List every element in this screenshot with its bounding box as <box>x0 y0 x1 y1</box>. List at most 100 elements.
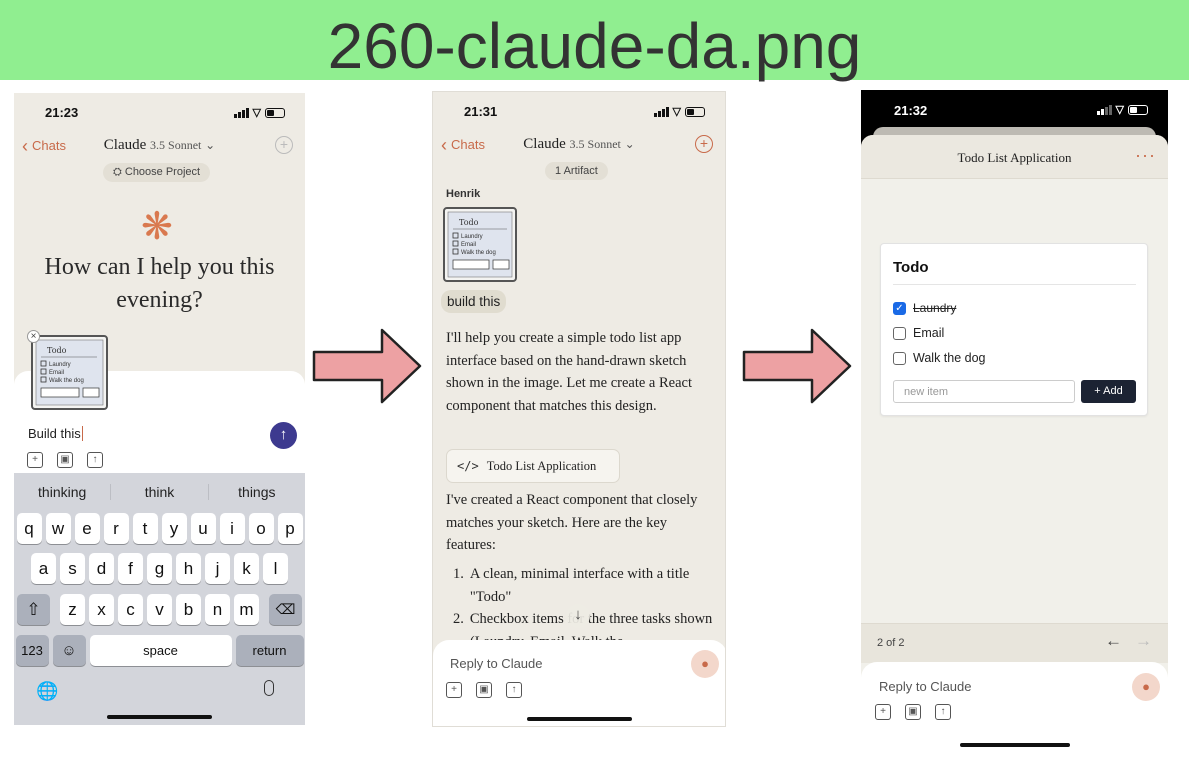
numbers-key[interactable]: 123 <box>15 635 49 666</box>
upload-icon[interactable]: ↑ <box>935 704 951 720</box>
key[interactable]: b <box>176 594 201 625</box>
emoji-icon[interactable]: ☺ <box>52 635 86 666</box>
project-icon: ⛭ <box>113 166 122 178</box>
chevron-down-icon: ⌄ <box>624 137 635 151</box>
key[interactable]: x <box>89 594 114 625</box>
plus-circle-icon[interactable]: + <box>695 135 713 153</box>
message-input[interactable]: Build this <box>28 426 83 441</box>
key[interactable]: z <box>60 594 85 625</box>
user-message-bubble: build this <box>441 290 507 313</box>
assistant-followup: I've created a React component that clos… <box>446 492 698 554</box>
key[interactable]: n <box>205 594 230 625</box>
key[interactable]: e <box>74 513 100 544</box>
shift-icon[interactable]: ⇧ <box>17 594 50 625</box>
key[interactable]: v <box>147 594 172 625</box>
key[interactable]: q <box>16 513 42 544</box>
upload-icon[interactable]: ↑ <box>87 452 103 468</box>
mic-icon[interactable] <box>264 680 274 696</box>
delete-icon[interactable]: ⌫ <box>269 594 302 625</box>
key[interactable]: f <box>118 553 143 584</box>
globe-icon[interactable]: 🌐 <box>36 681 58 702</box>
todo-item[interactable]: Walk the dog <box>893 351 986 365</box>
image-icon[interactable]: ▣ <box>476 682 492 698</box>
key[interactable]: k <box>234 553 259 584</box>
pager-bar: 2 of 2 ← → <box>861 623 1168 663</box>
reply-input[interactable]: Reply to Claude <box>450 656 543 671</box>
add-button[interactable]: + Add <box>1081 380 1136 403</box>
user-sketch-image[interactable]: Todo Laundry Email Walk the dog <box>443 207 517 282</box>
wifi-icon: ▽ <box>1115 104 1124 116</box>
key[interactable]: s <box>60 553 85 584</box>
status-icons: ▽ <box>233 106 285 119</box>
home-indicator <box>960 743 1070 747</box>
model-selector[interactable]: Claude 3.5 Sonnet ⌄ <box>433 136 725 153</box>
home-indicator <box>527 717 632 721</box>
todo-label: Walk the dog <box>913 351 986 365</box>
key[interactable]: i <box>219 513 245 544</box>
status-icons: ▽ <box>1096 103 1148 116</box>
key[interactable]: t <box>132 513 158 544</box>
key[interactable]: j <box>205 553 230 584</box>
attached-sketch-image[interactable]: Todo Laundry Email Walk the dog <box>31 335 108 410</box>
key[interactable]: d <box>89 553 114 584</box>
todo-item[interactable]: Email <box>893 326 944 340</box>
checkbox[interactable] <box>893 351 906 365</box>
svg-text:Walk the dog: Walk the dog <box>49 378 84 384</box>
screen-new-chat: 21:23 ▽ ‹ Chats Claude 3.5 Sonnet ⌄ + ⛭ … <box>14 93 305 725</box>
upload-icon[interactable]: ↑ <box>506 682 522 698</box>
todo-divider <box>893 284 1136 285</box>
battery-icon <box>685 106 705 117</box>
sketch-drawing: Todo Laundry Email Walk the dog <box>447 211 513 278</box>
mic-icon[interactable]: ● <box>691 650 719 678</box>
key[interactable]: p <box>277 513 303 544</box>
choose-project-button[interactable]: ⛭ Choose Project <box>103 163 211 182</box>
new-item-input[interactable]: new item <box>893 380 1075 403</box>
todo-item[interactable]: ✓ Laundry <box>893 301 956 315</box>
image-icon[interactable]: ▣ <box>57 452 73 468</box>
checkbox-checked[interactable]: ✓ <box>893 301 906 315</box>
image-icon[interactable]: ▣ <box>905 704 921 720</box>
send-button[interactable]: ↑ <box>270 422 297 449</box>
artifact-count-badge[interactable]: 1 Artifact <box>545 162 608 180</box>
space-key[interactable]: space <box>89 635 232 666</box>
nav-bar: ‹ Chats Claude 3.5 Sonnet ⌄ + <box>433 134 725 160</box>
key[interactable]: h <box>176 553 201 584</box>
key[interactable]: m <box>234 594 259 625</box>
arrow-left-icon[interactable]: ← <box>1105 631 1122 651</box>
key[interactable]: u <box>190 513 216 544</box>
mic-icon[interactable]: ● <box>1132 673 1160 701</box>
app-name: Claude <box>523 136 566 152</box>
pager-text: 2 of 2 <box>877 637 905 649</box>
key[interactable]: a <box>31 553 56 584</box>
suggestion[interactable]: think <box>111 484 209 500</box>
wifi-icon: ▽ <box>252 107 261 119</box>
checkbox[interactable] <box>893 326 906 340</box>
todo-title: Todo <box>893 259 929 276</box>
return-key[interactable]: return <box>235 635 304 666</box>
key[interactable]: l <box>263 553 288 584</box>
key[interactable]: o <box>248 513 274 544</box>
composer-tools: + ▣ ↑ <box>875 704 951 720</box>
camera-icon[interactable]: + <box>446 682 462 698</box>
suggestion[interactable]: thinking <box>14 484 112 500</box>
key[interactable]: g <box>147 553 172 584</box>
keyboard: thinking think things q w e r t y u i o … <box>14 473 305 725</box>
more-options-icon[interactable]: ··· <box>1135 145 1156 166</box>
key[interactable]: r <box>103 513 129 544</box>
signal-icon <box>653 106 669 117</box>
plus-circle-icon[interactable]: + <box>275 136 293 154</box>
key[interactable]: w <box>45 513 71 544</box>
camera-icon[interactable]: + <box>875 704 891 720</box>
suggestion[interactable]: things <box>209 484 305 500</box>
key[interactable]: y <box>161 513 187 544</box>
reply-input[interactable]: Reply to Claude <box>879 679 972 694</box>
key[interactable]: c <box>118 594 143 625</box>
keyboard-suggestions: thinking think things <box>14 473 305 511</box>
camera-icon[interactable]: + <box>27 452 43 468</box>
scroll-down-button[interactable]: ↓ <box>566 604 590 628</box>
arrow-right-icon[interactable]: → <box>1135 631 1152 651</box>
artifact-card[interactable]: </> Todo List Application <box>446 449 620 483</box>
model-selector[interactable]: Claude 3.5 Sonnet ⌄ <box>14 137 305 154</box>
remove-attachment-button[interactable]: × <box>27 330 40 343</box>
reply-composer: Reply to Claude ● + ▣ ↑ <box>433 640 725 726</box>
